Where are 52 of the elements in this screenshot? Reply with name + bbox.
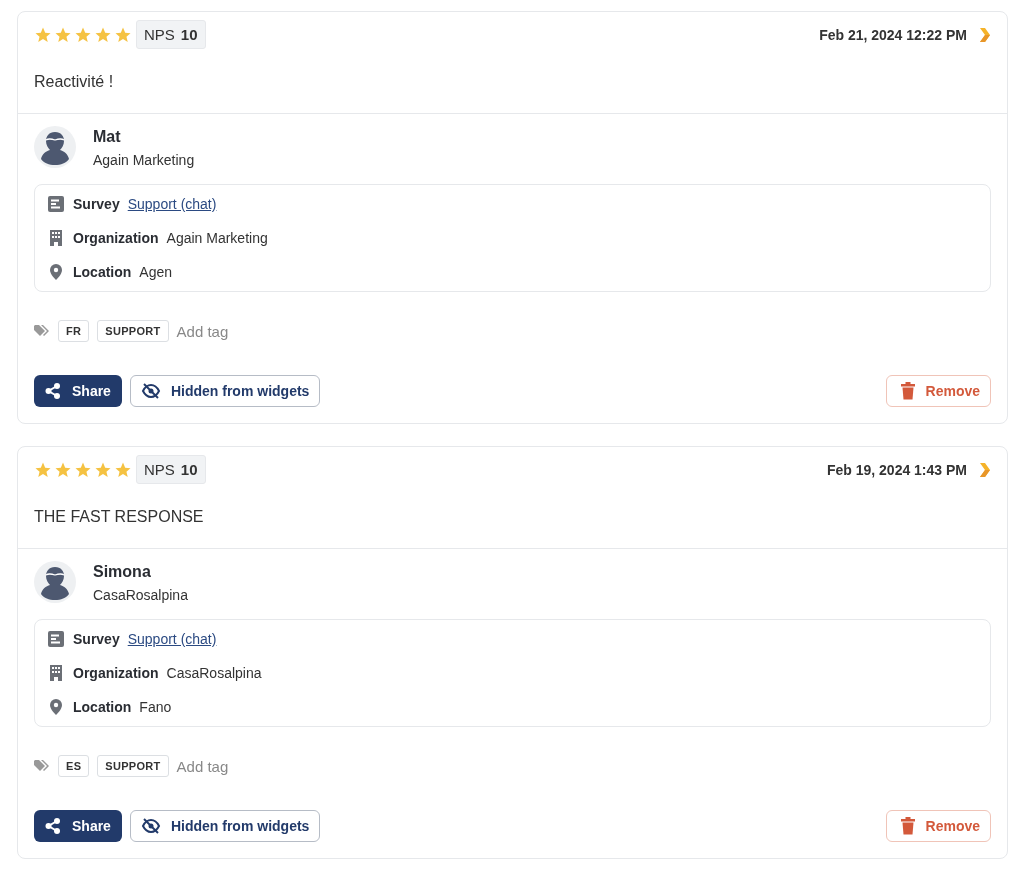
author-name: Mat (93, 128, 122, 146)
chevron-icon (979, 26, 991, 43)
share-icon (44, 817, 62, 835)
detail-value: Again Marketing (166, 230, 268, 246)
detail-label: Survey (73, 196, 120, 212)
review-comment: THE FAST RESPONSE (34, 508, 205, 526)
detail-label: Organization (73, 230, 159, 246)
tag-chip[interactable]: ES (58, 755, 90, 777)
survey-icon (47, 630, 65, 648)
eye-slash-icon (140, 817, 161, 835)
nps-badge: NPS 10 (136, 455, 206, 484)
add-tag-field[interactable]: Add tag (176, 757, 229, 775)
tags-icon (34, 760, 50, 772)
author-company: Again Marketing (93, 152, 195, 168)
survey-link[interactable]: Support (chat) (127, 196, 217, 212)
location-pin-icon (47, 263, 65, 281)
location-pin-icon (47, 698, 65, 716)
detail-value: Fano (139, 699, 172, 715)
tag-chip[interactable]: SUPPORT (97, 320, 169, 342)
survey-link[interactable]: Support (chat) (127, 631, 217, 647)
detail-label: Organization (73, 665, 159, 681)
building-icon (47, 664, 65, 682)
detail-label: Location (73, 264, 132, 280)
nps-badge: NPS 10 (136, 20, 206, 49)
tag-chip[interactable]: SUPPORT (97, 755, 169, 777)
avatar-icon (34, 126, 76, 168)
detail-label: Survey (73, 631, 120, 647)
avatar-icon (34, 561, 76, 603)
remove-button[interactable]: Remove (885, 375, 991, 407)
tag-chip[interactable]: FR (58, 320, 90, 342)
share-button[interactable]: Share (34, 375, 122, 407)
detail-label: Location (73, 699, 132, 715)
review-date: Feb 21, 2024 12:22 PM (819, 26, 967, 43)
survey-icon (47, 195, 65, 213)
detail-value: CasaRosalpina (166, 665, 262, 681)
trash-icon (899, 817, 916, 835)
author-name: Simona (93, 563, 152, 581)
add-tag-field[interactable]: Add tag (176, 322, 229, 340)
review-date: Feb 19, 2024 1:43 PM (826, 461, 967, 478)
visibility-button[interactable]: Hidden from widgets (129, 375, 321, 407)
chevron-icon (979, 461, 991, 478)
detail-value: Agen (139, 264, 173, 280)
building-icon (47, 229, 65, 247)
trash-icon (899, 382, 916, 400)
eye-slash-icon (140, 382, 161, 400)
visibility-button[interactable]: Hidden from widgets (129, 810, 321, 842)
review-comment: Reactivité ! (34, 73, 115, 91)
remove-button[interactable]: Remove (885, 810, 991, 842)
author-company: CasaRosalpina (93, 587, 188, 603)
share-button[interactable]: Share (34, 810, 122, 842)
share-icon (44, 382, 62, 400)
tags-icon (34, 325, 50, 337)
